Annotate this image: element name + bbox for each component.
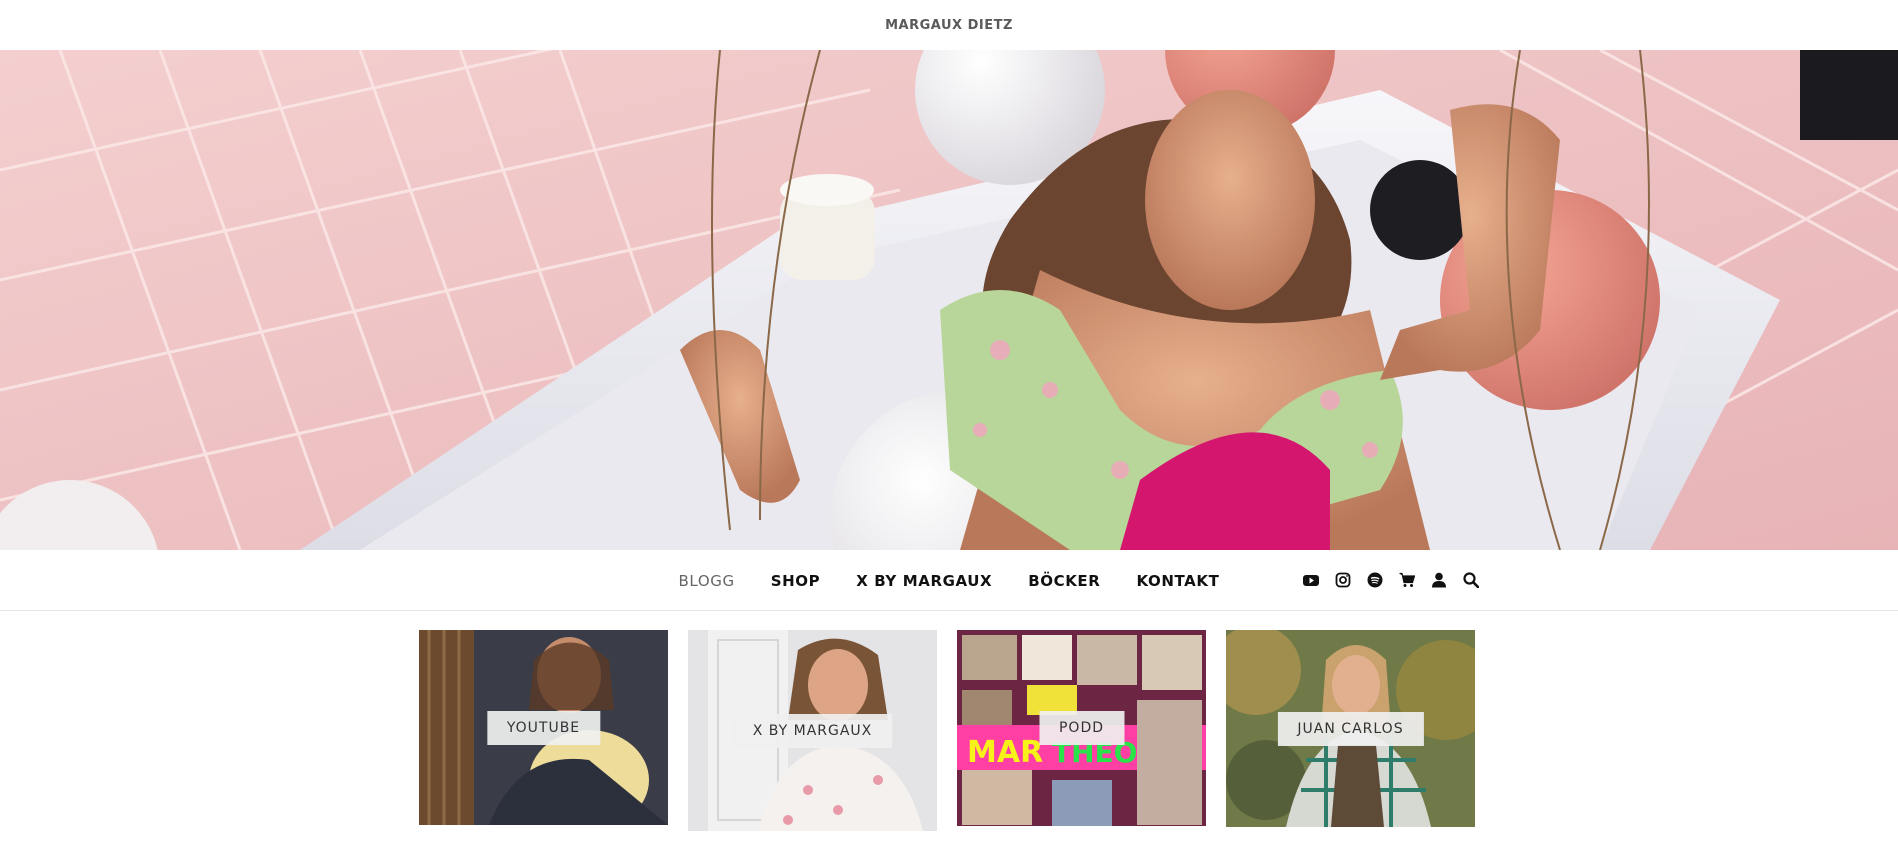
tile-label-x-by-margaux: X BY MARGAUX xyxy=(732,713,893,748)
nav-menu: BLOGG SHOP X BY MARGAUX BÖCKER KONTAKT xyxy=(0,550,1898,611)
tile-youtube[interactable]: YOUTUBE xyxy=(419,630,668,825)
site-title[interactable]: MARGAUX DIETZ xyxy=(885,18,1013,33)
tile-label-podd: PODD xyxy=(1038,711,1125,745)
spotify-icon[interactable] xyxy=(1364,569,1386,591)
nav-item-blogg[interactable]: BLOGG xyxy=(679,572,735,590)
nav-item-kontakt[interactable]: KONTAKT xyxy=(1136,572,1219,590)
youtube-icon[interactable] xyxy=(1300,569,1322,591)
cart-icon[interactable] xyxy=(1396,569,1418,591)
tile-juan-carlos[interactable]: JUAN CARLOS xyxy=(1226,630,1475,827)
site-header: MARGAUX DIETZ xyxy=(0,0,1898,50)
tile-podd-art-text: MAR xyxy=(967,735,1043,770)
tile-label-youtube: YOUTUBE xyxy=(486,710,601,745)
tile-x-by-margaux[interactable]: X BY MARGAUX xyxy=(688,630,937,831)
search-icon[interactable] xyxy=(1460,569,1482,591)
nav-item-shop[interactable]: SHOP xyxy=(771,572,821,590)
tile-label-juan-carlos: JUAN CARLOS xyxy=(1277,711,1424,746)
instagram-icon[interactable] xyxy=(1332,569,1354,591)
tile-podd[interactable]: MAR THEO PODD xyxy=(957,630,1206,826)
feature-tiles: YOUTUBE X BY MARGAUX MAR THEO PODD JUAN … xyxy=(419,630,1479,831)
main-navbar: BLOGG SHOP X BY MARGAUX BÖCKER KONTAKT xyxy=(0,550,1898,611)
nav-item-x-by-margaux[interactable]: X BY MARGAUX xyxy=(856,572,992,590)
user-icon[interactable] xyxy=(1428,569,1450,591)
nav-item-bocker[interactable]: BÖCKER xyxy=(1028,572,1100,590)
hero-image xyxy=(0,50,1898,550)
nav-icons xyxy=(1300,568,1492,592)
hero-photo xyxy=(0,50,1898,550)
